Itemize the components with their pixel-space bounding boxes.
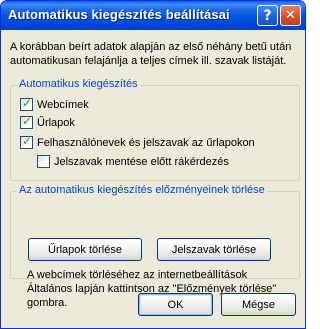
- autocomplete-group-legend: Automatikus kiegészítés: [17, 78, 140, 90]
- checkbox-label-ask-before-saving: Jelszavak mentése előtt rákérdezés: [54, 155, 229, 168]
- delete-forms-button[interactable]: Űrlapok törlése: [28, 238, 142, 261]
- checkbox-label-urlapok: Űrlapok: [37, 116, 75, 129]
- checkbox-usernames-passwords[interactable]: ✓: [20, 134, 33, 149]
- ok-button[interactable]: OK: [138, 293, 213, 316]
- autocomplete-group: Automatikus kiegészítés ✓ Webcímek ✓ Űrl…: [10, 78, 300, 181]
- close-icon: ✕: [285, 8, 296, 23]
- intro-text: A korábban beírt adatok alapján az első …: [10, 41, 292, 67]
- checkbox-label-usernames-passwords: Felhasználónevek és jelszavak az űrlapok…: [37, 136, 255, 149]
- window-title: Automatikus kiegészítés beállításai: [8, 7, 230, 22]
- delete-passwords-button[interactable]: Jelszavak törlése: [157, 238, 271, 261]
- help-button[interactable]: ?: [257, 5, 278, 26]
- history-group: Az automatikus kiegészítés előzményeinek…: [10, 184, 300, 309]
- title-bar[interactable]: Automatikus kiegészítés beállításai ? ✕: [1, 1, 305, 30]
- close-button[interactable]: ✕: [280, 5, 301, 26]
- checkbox-row-urlapok[interactable]: ✓ Űrlapok: [20, 114, 75, 129]
- checkmark-icon: ✓: [22, 114, 33, 128]
- checkmark-icon: ✓: [22, 134, 33, 148]
- checkbox-urlapok[interactable]: ✓: [20, 114, 33, 129]
- history-group-legend: Az automatikus kiegészítés előzményeinek…: [17, 184, 267, 196]
- autocomplete-settings-dialog: Automatikus kiegészítés beállításai ? ✕ …: [0, 0, 306, 329]
- dialog-body: A korábban beírt adatok alapján az első …: [4, 30, 302, 325]
- checkbox-ask-before-saving[interactable]: [37, 155, 50, 168]
- help-icon: ?: [263, 7, 272, 24]
- checkbox-row-usernames-passwords[interactable]: ✓ Felhasználónevek és jelszavak az űrlap…: [20, 134, 255, 149]
- cancel-button[interactable]: Mégse: [221, 293, 296, 316]
- checkbox-row-ask-before-saving[interactable]: Jelszavak mentése előtt rákérdezés: [37, 155, 229, 168]
- checkbox-webcimek[interactable]: ✓: [20, 96, 33, 111]
- checkbox-label-webcimek: Webcímek: [37, 98, 89, 111]
- checkmark-icon: ✓: [22, 96, 33, 110]
- checkbox-row-webcimek[interactable]: ✓ Webcímek: [20, 96, 89, 111]
